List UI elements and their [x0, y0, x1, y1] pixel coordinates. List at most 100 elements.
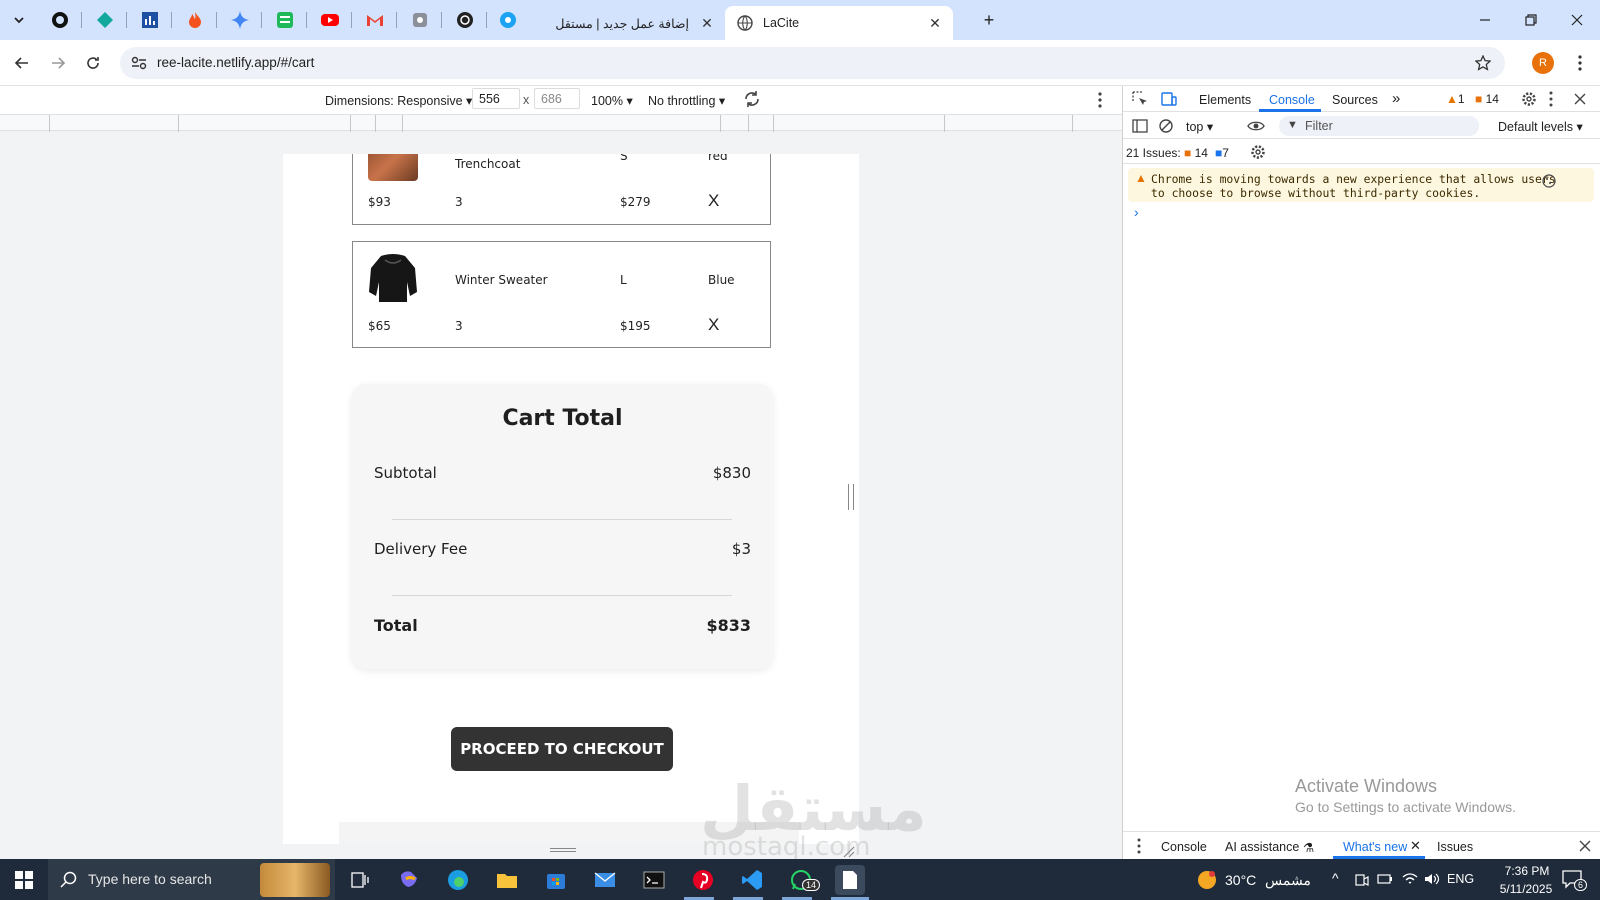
new-tab-button[interactable]: + — [973, 8, 1005, 32]
address-bar[interactable]: ree-lacite.netlify.app/#/cart — [120, 47, 1505, 79]
context-select[interactable]: top ▾ — [1186, 119, 1213, 134]
zoom-select[interactable]: 100% ▾ — [591, 93, 633, 108]
device-toggle-icon[interactable] — [1161, 91, 1177, 107]
tab-elements[interactable]: Elements — [1199, 93, 1251, 107]
pinned-tab-green-app[interactable] — [269, 8, 301, 32]
profile-avatar[interactable]: R — [1532, 52, 1554, 74]
close-icon[interactable]: ✕ — [1410, 838, 1421, 854]
taskbar-whatsapp[interactable]: 14 — [786, 865, 821, 895]
height-input[interactable]: 686 — [534, 88, 580, 109]
tab-sources[interactable]: Sources — [1332, 93, 1378, 107]
taskbar-search-box[interactable]: Type here to search — [48, 859, 335, 900]
wifi-icon[interactable] — [1402, 872, 1418, 886]
sidebar-toggle-icon[interactable] — [1132, 118, 1148, 134]
language-indicator[interactable]: ENG — [1447, 872, 1474, 886]
trenchcoat-image — [368, 154, 418, 181]
forward-button[interactable] — [44, 49, 72, 77]
taskbar-store[interactable] — [541, 865, 571, 895]
issues-counter[interactable]: ■ 14 — [1475, 92, 1499, 106]
filter-input[interactable]: ▼ Filter — [1279, 116, 1479, 136]
start-button[interactable] — [9, 865, 39, 895]
meet-now-icon[interactable] — [1355, 872, 1369, 888]
taskbar-mail[interactable] — [590, 865, 620, 895]
warnings-counter[interactable]: ▲1 — [1446, 92, 1465, 106]
throttling-select[interactable]: No throttling ▾ — [648, 93, 725, 108]
clock-date[interactable]: 5/11/2025 — [1486, 882, 1566, 896]
gear-icon[interactable] — [1521, 91, 1537, 107]
close-icon[interactable]: ✕ — [927, 15, 943, 31]
tab-search-button[interactable] — [4, 8, 34, 32]
clock-time[interactable]: 7:36 PM — [1492, 864, 1562, 878]
minimize-button[interactable] — [1462, 0, 1508, 40]
mail-icon — [594, 872, 616, 887]
drawer-tab-whats-new[interactable]: What's new — [1343, 840, 1407, 854]
taskbar-file-explorer[interactable] — [492, 865, 522, 895]
taskbar-pinterest[interactable] — [688, 865, 718, 895]
issues-bar[interactable]: 21 Issues: ■ 14 ■7 — [1123, 140, 1600, 164]
drawer-tab-issues[interactable]: Issues — [1437, 840, 1473, 854]
remove-item-button[interactable]: X — [708, 191, 719, 211]
width-input[interactable]: 556 — [472, 88, 520, 109]
pinned-tab-chart-site[interactable] — [134, 8, 166, 32]
notification-center-button[interactable]: 6 — [1562, 869, 1588, 891]
taskbar-terminal[interactable] — [639, 865, 669, 895]
remove-item-button[interactable]: X — [708, 315, 719, 335]
task-view-button[interactable] — [345, 865, 375, 895]
eye-icon[interactable] — [1247, 118, 1265, 134]
divider — [392, 595, 732, 596]
taskbar-copilot[interactable] — [394, 865, 424, 895]
taskbar-notepad[interactable] — [835, 865, 865, 895]
inspect-icon[interactable] — [1132, 91, 1148, 107]
tab-lacite[interactable]: LaCite ✕ — [725, 6, 953, 40]
weather-text[interactable]: مشمس — [1265, 872, 1311, 889]
pinned-tab-sparkle[interactable] — [224, 8, 256, 32]
log-levels-select[interactable]: Default levels ▾ — [1498, 119, 1583, 134]
pinned-tab-github[interactable] — [44, 8, 76, 32]
close-icon[interactable] — [1579, 840, 1591, 852]
restore-button[interactable] — [1508, 0, 1554, 40]
taskbar-edge[interactable] — [443, 865, 473, 895]
drawer-tab-console[interactable]: Console — [1161, 840, 1207, 854]
more-vertical-icon[interactable] — [1549, 91, 1553, 107]
media-query-ruler[interactable] — [0, 114, 1122, 132]
browser-menu-button[interactable] — [1570, 52, 1590, 74]
resize-handle-bottom[interactable] — [550, 848, 576, 852]
battery-icon[interactable] — [1377, 873, 1393, 885]
pinned-tab-gmail[interactable] — [359, 8, 391, 32]
more-tabs-icon[interactable]: » — [1392, 90, 1400, 107]
reload-button[interactable] — [79, 49, 107, 77]
taskbar-vscode[interactable] — [737, 865, 767, 895]
more-vertical-icon[interactable] — [1098, 92, 1102, 108]
pinned-tab-blue-circle[interactable] — [492, 8, 524, 32]
width-value: 556 — [479, 92, 500, 106]
volume-icon[interactable] — [1424, 872, 1440, 886]
clear-console-icon[interactable] — [1158, 118, 1174, 134]
proceed-to-checkout-button[interactable]: PROCEED TO CHECKOUT — [451, 727, 673, 771]
url-text[interactable]: ree-lacite.netlify.app/#/cart — [157, 55, 314, 70]
back-button[interactable] — [8, 49, 36, 77]
pinned-tab-youtube[interactable] — [314, 8, 346, 32]
pinned-tab-diamond[interactable] — [89, 8, 121, 32]
warnings-count: 1 — [1457, 92, 1465, 106]
star-icon[interactable] — [1475, 55, 1491, 71]
dimensions-select[interactable]: Dimensions: Responsive ▾ — [325, 93, 472, 108]
tray-overflow-icon[interactable]: ^ — [1332, 870, 1339, 886]
window-close-button[interactable] — [1554, 0, 1600, 40]
close-icon[interactable] — [1574, 93, 1586, 105]
close-icon[interactable]: ✕ — [699, 15, 715, 31]
rotate-icon[interactable] — [743, 90, 761, 108]
resize-handle-right[interactable] — [848, 484, 854, 510]
cookie-icon — [1542, 174, 1556, 188]
pinned-tab-openai[interactable] — [449, 8, 481, 32]
console-prompt[interactable]: › — [1134, 204, 1139, 220]
windows-taskbar: Type here to search 14 30°C مشمس ^ ENG 7… — [0, 859, 1600, 900]
pinned-tab-fire[interactable] — [179, 8, 211, 32]
devtools-tabbar: Elements Console Sources » ▲1 ■ 14 — [1123, 86, 1600, 112]
tab-mostaql[interactable]: إضافة عمل جديد | مستقل ✕ — [540, 6, 725, 40]
pinned-tab-extension[interactable] — [404, 8, 436, 32]
tab-console[interactable]: Console — [1269, 93, 1315, 107]
gear-icon[interactable] — [1250, 144, 1266, 160]
weather-temp[interactable]: 30°C — [1225, 872, 1256, 888]
more-vertical-icon[interactable] — [1137, 838, 1141, 854]
drawer-tab-ai-assistance[interactable]: AI assistance — [1225, 840, 1299, 854]
